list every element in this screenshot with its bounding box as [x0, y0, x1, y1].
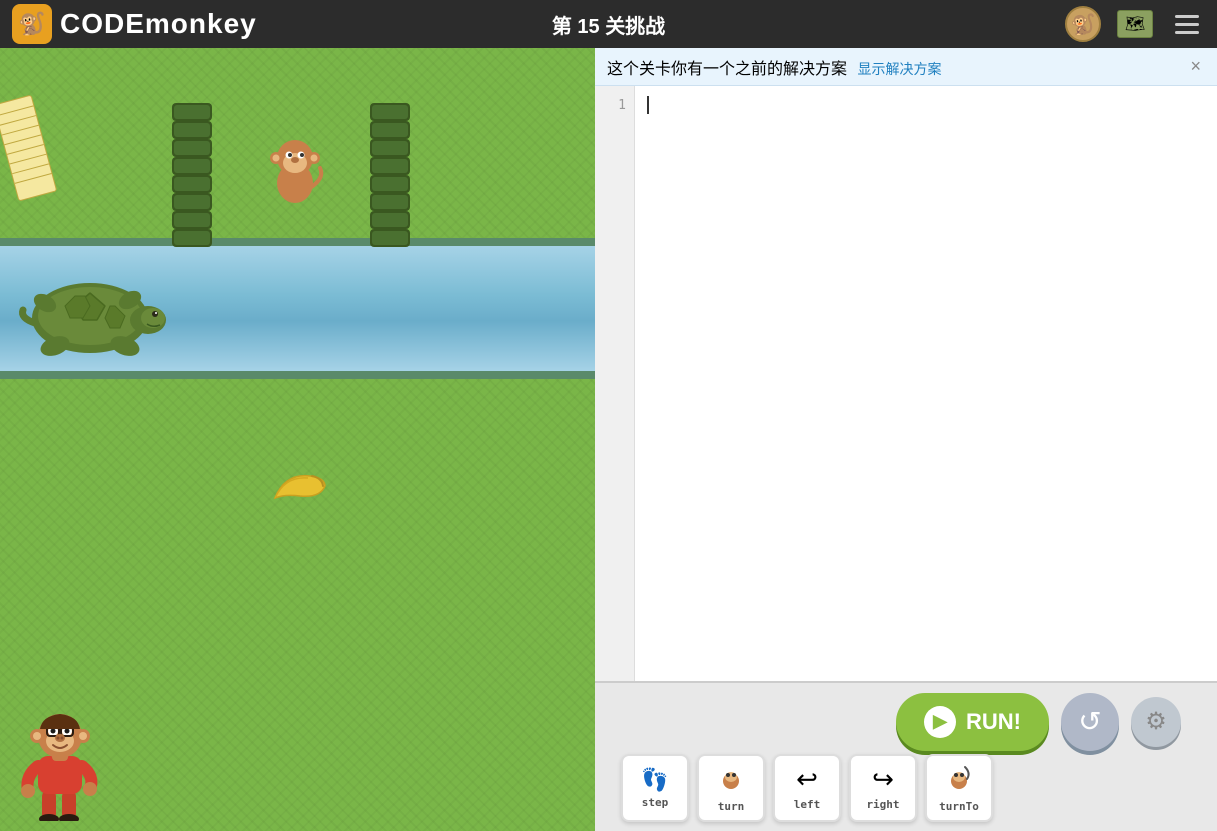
- game-area: [0, 48, 595, 831]
- turn-command-button[interactable]: turn: [697, 754, 765, 822]
- bottom-controls: ▶ RUN! ↺ ⚙ 👣 step: [595, 681, 1217, 831]
- left-label: left: [794, 798, 821, 811]
- run-area: ▶ RUN! ↺ ⚙: [611, 693, 1201, 751]
- run-label: RUN!: [966, 709, 1021, 735]
- header: 🐒 CODEmonkey 第 15 关挑战 🐒 🗺: [0, 0, 1217, 48]
- gear-icon: ⚙: [1145, 707, 1167, 736]
- level-title: 第 15 关挑战: [552, 10, 665, 39]
- main: 这个关卡你有一个之前的解决方案 显示解决方案 × 1 ▶ RUN!: [0, 48, 1217, 831]
- turtle: [15, 268, 170, 358]
- turnto-label: turnTo: [939, 800, 979, 813]
- right-panel: 这个关卡你有一个之前的解决方案 显示解决方案 × 1 ▶ RUN!: [595, 48, 1217, 831]
- river-top-edge: [0, 238, 595, 246]
- line-number-1: 1: [595, 94, 634, 116]
- logo-code: CODE: [60, 8, 145, 39]
- right-bush: [368, 103, 412, 248]
- code-editor[interactable]: 1: [595, 86, 1217, 681]
- step-label: step: [642, 796, 669, 809]
- turn-label: turn: [718, 800, 745, 813]
- banana: [270, 468, 325, 503]
- step-command-button[interactable]: 👣 step: [621, 754, 689, 822]
- text-cursor: [647, 96, 649, 114]
- show-solution-link[interactable]: 显示解决方案: [857, 61, 941, 77]
- code-content[interactable]: [635, 86, 1217, 681]
- player-character: [20, 711, 100, 811]
- right-label: right: [866, 798, 899, 811]
- left-arrow-icon: ↩: [796, 764, 818, 795]
- right-arrow-icon: ↪: [872, 764, 894, 795]
- step-icon: 👣: [641, 767, 668, 793]
- level-label: 第: [552, 16, 572, 38]
- command-buttons: 👣 step turn: [611, 754, 1201, 822]
- turnto-command-button[interactable]: turnTo: [925, 754, 993, 822]
- map-icon[interactable]: 🗺: [1117, 10, 1153, 38]
- logo-monkey: monkey: [145, 8, 257, 39]
- logo-area: 🐒 CODEmonkey: [12, 4, 257, 44]
- run-button[interactable]: ▶ RUN!: [896, 693, 1049, 751]
- turnto-icon: [945, 763, 973, 797]
- level-number: 15: [577, 16, 599, 38]
- notification-bar: 这个关卡你有一个之前的解决方案 显示解决方案 ×: [595, 48, 1217, 86]
- reset-button[interactable]: ↺: [1061, 693, 1119, 751]
- header-right: 🐒 🗺: [1065, 6, 1205, 42]
- turn-icon: [717, 763, 745, 797]
- play-icon: ▶: [924, 706, 956, 738]
- river-bottom-edge: [0, 371, 595, 379]
- right-command-button[interactable]: ↪ right: [849, 754, 917, 822]
- close-notification-button[interactable]: ×: [1186, 56, 1205, 77]
- cursor-line: [647, 94, 1205, 116]
- notification-text: 这个关卡你有一个之前的解决方案: [607, 61, 847, 78]
- monkey-trapped: [265, 133, 325, 203]
- menu-icon[interactable]: [1169, 6, 1205, 42]
- notification-content: 这个关卡你有一个之前的解决方案 显示解决方案: [607, 55, 941, 79]
- user-avatar[interactable]: 🐒: [1065, 6, 1101, 42]
- reset-icon: ↺: [1078, 705, 1101, 738]
- left-bush: [170, 103, 214, 248]
- left-command-button[interactable]: ↩ left: [773, 754, 841, 822]
- settings-button[interactable]: ⚙: [1131, 697, 1181, 747]
- line-numbers: 1: [595, 86, 635, 681]
- logo-icon: 🐒: [12, 4, 52, 44]
- level-suffix: 关挑战: [605, 16, 665, 38]
- logo-text: CODEmonkey: [60, 8, 257, 40]
